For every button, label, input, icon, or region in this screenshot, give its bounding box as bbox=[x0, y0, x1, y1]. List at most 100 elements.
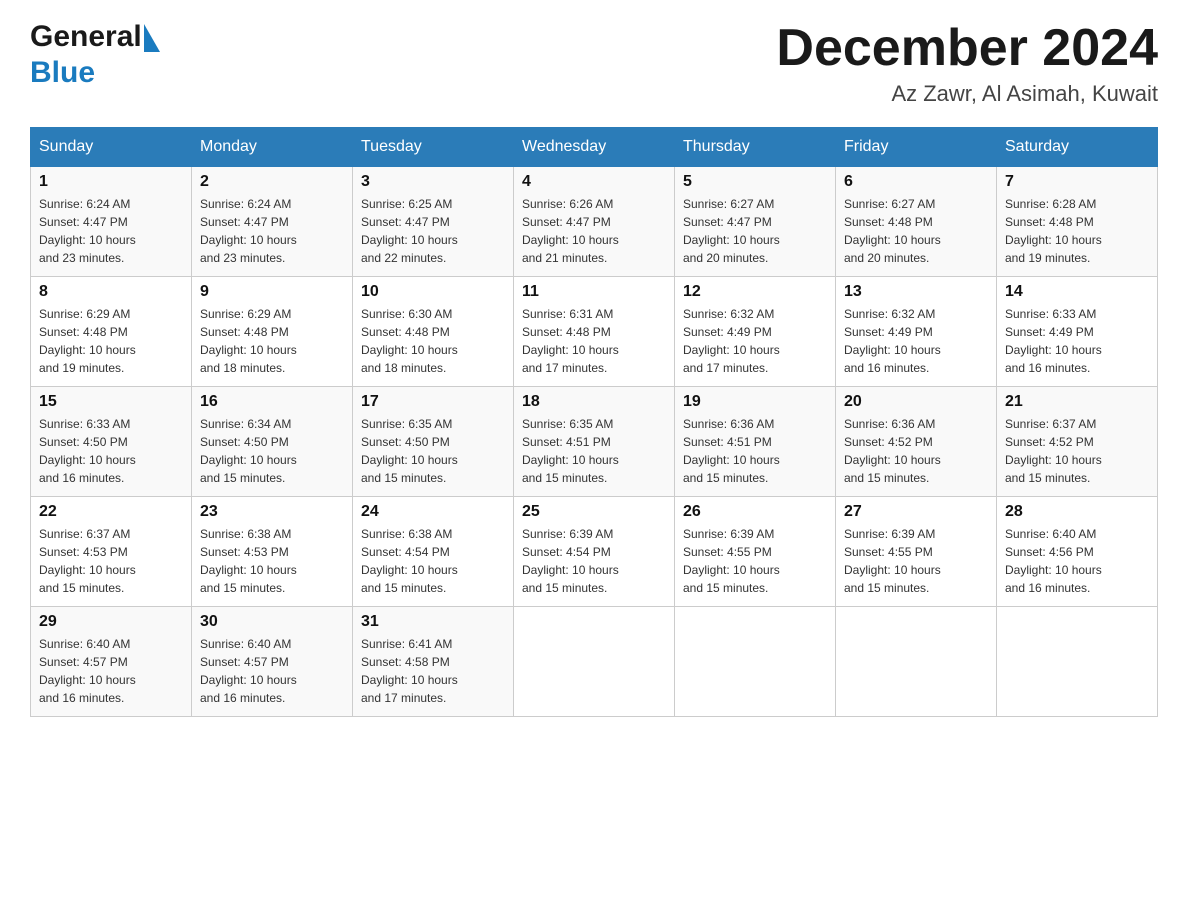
day-info: Sunrise: 6:31 AM Sunset: 4:48 PM Dayligh… bbox=[522, 305, 666, 377]
calendar-week-row: 15 Sunrise: 6:33 AM Sunset: 4:50 PM Dayl… bbox=[31, 387, 1158, 497]
logo: General Blue bbox=[30, 20, 160, 90]
header-tuesday: Tuesday bbox=[353, 128, 514, 167]
day-number: 16 bbox=[200, 393, 344, 411]
day-info: Sunrise: 6:26 AM Sunset: 4:47 PM Dayligh… bbox=[522, 195, 666, 267]
day-number: 9 bbox=[200, 283, 344, 301]
day-info: Sunrise: 6:39 AM Sunset: 4:55 PM Dayligh… bbox=[844, 525, 988, 597]
day-number: 3 bbox=[361, 173, 505, 191]
calendar-day-cell: 27 Sunrise: 6:39 AM Sunset: 4:55 PM Dayl… bbox=[836, 497, 997, 607]
day-info: Sunrise: 6:34 AM Sunset: 4:50 PM Dayligh… bbox=[200, 415, 344, 487]
title-section: December 2024 Az Zawr, Al Asimah, Kuwait bbox=[776, 20, 1158, 107]
day-number: 11 bbox=[522, 283, 666, 301]
logo-triangle-icon bbox=[144, 24, 160, 52]
calendar-day-cell: 2 Sunrise: 6:24 AM Sunset: 4:47 PM Dayli… bbox=[192, 167, 353, 277]
day-number: 18 bbox=[522, 393, 666, 411]
calendar-day-cell: 25 Sunrise: 6:39 AM Sunset: 4:54 PM Dayl… bbox=[514, 497, 675, 607]
day-info: Sunrise: 6:36 AM Sunset: 4:51 PM Dayligh… bbox=[683, 415, 827, 487]
day-number: 26 bbox=[683, 503, 827, 521]
calendar-week-row: 22 Sunrise: 6:37 AM Sunset: 4:53 PM Dayl… bbox=[31, 497, 1158, 607]
calendar-day-cell: 13 Sunrise: 6:32 AM Sunset: 4:49 PM Dayl… bbox=[836, 277, 997, 387]
day-info: Sunrise: 6:33 AM Sunset: 4:49 PM Dayligh… bbox=[1005, 305, 1149, 377]
day-info: Sunrise: 6:37 AM Sunset: 4:52 PM Dayligh… bbox=[1005, 415, 1149, 487]
day-info: Sunrise: 6:38 AM Sunset: 4:53 PM Dayligh… bbox=[200, 525, 344, 597]
calendar-day-cell: 12 Sunrise: 6:32 AM Sunset: 4:49 PM Dayl… bbox=[675, 277, 836, 387]
day-number: 25 bbox=[522, 503, 666, 521]
calendar-day-cell: 4 Sunrise: 6:26 AM Sunset: 4:47 PM Dayli… bbox=[514, 167, 675, 277]
day-info: Sunrise: 6:28 AM Sunset: 4:48 PM Dayligh… bbox=[1005, 195, 1149, 267]
day-number: 7 bbox=[1005, 173, 1149, 191]
calendar-day-cell: 6 Sunrise: 6:27 AM Sunset: 4:48 PM Dayli… bbox=[836, 167, 997, 277]
day-number: 21 bbox=[1005, 393, 1149, 411]
calendar-day-cell bbox=[836, 607, 997, 717]
day-info: Sunrise: 6:40 AM Sunset: 4:56 PM Dayligh… bbox=[1005, 525, 1149, 597]
logo-blue-text: Blue bbox=[30, 56, 95, 89]
day-info: Sunrise: 6:35 AM Sunset: 4:50 PM Dayligh… bbox=[361, 415, 505, 487]
day-info: Sunrise: 6:29 AM Sunset: 4:48 PM Dayligh… bbox=[200, 305, 344, 377]
calendar-day-cell: 3 Sunrise: 6:25 AM Sunset: 4:47 PM Dayli… bbox=[353, 167, 514, 277]
day-number: 20 bbox=[844, 393, 988, 411]
calendar-day-cell: 8 Sunrise: 6:29 AM Sunset: 4:48 PM Dayli… bbox=[31, 277, 192, 387]
day-info: Sunrise: 6:30 AM Sunset: 4:48 PM Dayligh… bbox=[361, 305, 505, 377]
day-number: 6 bbox=[844, 173, 988, 191]
day-number: 10 bbox=[361, 283, 505, 301]
calendar-day-cell: 20 Sunrise: 6:36 AM Sunset: 4:52 PM Dayl… bbox=[836, 387, 997, 497]
day-number: 24 bbox=[361, 503, 505, 521]
calendar-day-cell: 15 Sunrise: 6:33 AM Sunset: 4:50 PM Dayl… bbox=[31, 387, 192, 497]
day-info: Sunrise: 6:27 AM Sunset: 4:47 PM Dayligh… bbox=[683, 195, 827, 267]
calendar-day-cell: 1 Sunrise: 6:24 AM Sunset: 4:47 PM Dayli… bbox=[31, 167, 192, 277]
calendar-day-cell bbox=[997, 607, 1158, 717]
day-number: 13 bbox=[844, 283, 988, 301]
day-info: Sunrise: 6:24 AM Sunset: 4:47 PM Dayligh… bbox=[39, 195, 183, 267]
day-number: 5 bbox=[683, 173, 827, 191]
day-number: 8 bbox=[39, 283, 183, 301]
calendar-day-cell: 26 Sunrise: 6:39 AM Sunset: 4:55 PM Dayl… bbox=[675, 497, 836, 607]
calendar-day-cell: 17 Sunrise: 6:35 AM Sunset: 4:50 PM Dayl… bbox=[353, 387, 514, 497]
calendar-day-cell: 30 Sunrise: 6:40 AM Sunset: 4:57 PM Dayl… bbox=[192, 607, 353, 717]
weekday-header-row: Sunday Monday Tuesday Wednesday Thursday… bbox=[31, 128, 1158, 167]
calendar-day-cell: 21 Sunrise: 6:37 AM Sunset: 4:52 PM Dayl… bbox=[997, 387, 1158, 497]
calendar-day-cell: 11 Sunrise: 6:31 AM Sunset: 4:48 PM Dayl… bbox=[514, 277, 675, 387]
day-info: Sunrise: 6:40 AM Sunset: 4:57 PM Dayligh… bbox=[200, 635, 344, 707]
day-info: Sunrise: 6:32 AM Sunset: 4:49 PM Dayligh… bbox=[844, 305, 988, 377]
day-number: 28 bbox=[1005, 503, 1149, 521]
day-info: Sunrise: 6:40 AM Sunset: 4:57 PM Dayligh… bbox=[39, 635, 183, 707]
page-header: General Blue December 2024 Az Zawr, Al A… bbox=[30, 20, 1158, 107]
day-number: 27 bbox=[844, 503, 988, 521]
logo-row1: General bbox=[30, 20, 160, 56]
day-number: 30 bbox=[200, 613, 344, 631]
calendar-day-cell: 7 Sunrise: 6:28 AM Sunset: 4:48 PM Dayli… bbox=[997, 167, 1158, 277]
day-number: 12 bbox=[683, 283, 827, 301]
day-number: 15 bbox=[39, 393, 183, 411]
day-info: Sunrise: 6:39 AM Sunset: 4:55 PM Dayligh… bbox=[683, 525, 827, 597]
calendar-day-cell: 24 Sunrise: 6:38 AM Sunset: 4:54 PM Dayl… bbox=[353, 497, 514, 607]
logo-general-text: General bbox=[30, 20, 142, 53]
calendar-day-cell: 28 Sunrise: 6:40 AM Sunset: 4:56 PM Dayl… bbox=[997, 497, 1158, 607]
day-info: Sunrise: 6:37 AM Sunset: 4:53 PM Dayligh… bbox=[39, 525, 183, 597]
day-number: 14 bbox=[1005, 283, 1149, 301]
calendar-day-cell bbox=[514, 607, 675, 717]
day-number: 29 bbox=[39, 613, 183, 631]
day-number: 4 bbox=[522, 173, 666, 191]
day-number: 31 bbox=[361, 613, 505, 631]
header-saturday: Saturday bbox=[997, 128, 1158, 167]
day-info: Sunrise: 6:39 AM Sunset: 4:54 PM Dayligh… bbox=[522, 525, 666, 597]
header-monday: Monday bbox=[192, 128, 353, 167]
day-info: Sunrise: 6:36 AM Sunset: 4:52 PM Dayligh… bbox=[844, 415, 988, 487]
day-info: Sunrise: 6:27 AM Sunset: 4:48 PM Dayligh… bbox=[844, 195, 988, 267]
calendar-day-cell bbox=[675, 607, 836, 717]
calendar-day-cell: 22 Sunrise: 6:37 AM Sunset: 4:53 PM Dayl… bbox=[31, 497, 192, 607]
day-number: 22 bbox=[39, 503, 183, 521]
calendar-table: Sunday Monday Tuesday Wednesday Thursday… bbox=[30, 127, 1158, 717]
calendar-day-cell: 9 Sunrise: 6:29 AM Sunset: 4:48 PM Dayli… bbox=[192, 277, 353, 387]
calendar-day-cell: 5 Sunrise: 6:27 AM Sunset: 4:47 PM Dayli… bbox=[675, 167, 836, 277]
day-number: 23 bbox=[200, 503, 344, 521]
day-info: Sunrise: 6:25 AM Sunset: 4:47 PM Dayligh… bbox=[361, 195, 505, 267]
day-info: Sunrise: 6:29 AM Sunset: 4:48 PM Dayligh… bbox=[39, 305, 183, 377]
calendar-day-cell: 18 Sunrise: 6:35 AM Sunset: 4:51 PM Dayl… bbox=[514, 387, 675, 497]
header-friday: Friday bbox=[836, 128, 997, 167]
day-number: 2 bbox=[200, 173, 344, 191]
day-info: Sunrise: 6:38 AM Sunset: 4:54 PM Dayligh… bbox=[361, 525, 505, 597]
calendar-day-cell: 16 Sunrise: 6:34 AM Sunset: 4:50 PM Dayl… bbox=[192, 387, 353, 497]
calendar-week-row: 1 Sunrise: 6:24 AM Sunset: 4:47 PM Dayli… bbox=[31, 167, 1158, 277]
header-thursday: Thursday bbox=[675, 128, 836, 167]
